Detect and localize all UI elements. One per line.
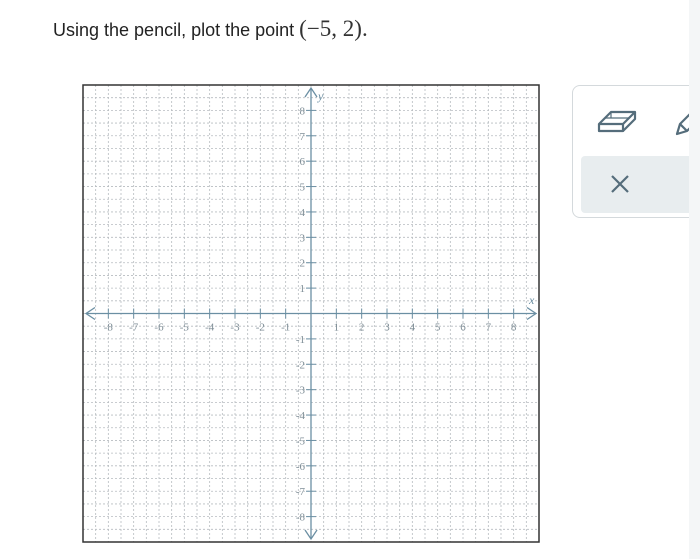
y-tick-label: -7	[296, 486, 306, 498]
coordinate-graph[interactable]: -8 -7 -6 -5 -4 -3 -2 -1 1 2 3 4 5 6 7 8 8 7 6 5 4 3 2 1 -1 -2 -3 -4…	[0, 0, 700, 559]
tick-labels: -8 -7 -6 -5 -4 -3 -2 -1 1 2 3 4 5 6 7 8 8 7 6 5 4 3 2 1 -1 -2 -3 -4…	[104, 105, 517, 523]
y-tick-label: -8	[296, 512, 306, 524]
y-tick-label: -3	[296, 385, 306, 397]
y-axis-label: y	[317, 89, 324, 103]
x-tick-label: 5	[435, 322, 441, 334]
axes	[84, 86, 538, 541]
y-tick-label: 2	[300, 258, 306, 270]
y-tick-label: -2	[296, 359, 305, 371]
x-tick-label: 1	[334, 322, 340, 334]
action-row	[581, 156, 700, 213]
y-tick-label: 3	[300, 232, 306, 244]
x-tick-label: -6	[154, 322, 164, 334]
x-tick-label: 2	[359, 322, 365, 334]
y-tick-label: -4	[296, 410, 306, 422]
x-tick-label: -1	[281, 322, 290, 334]
graph-toolbar	[572, 85, 700, 218]
eraser-icon[interactable]	[595, 104, 639, 138]
x-tick-label: 8	[511, 322, 517, 334]
x-tick-label: 6	[460, 322, 466, 334]
y-tick-label: 4	[300, 207, 306, 219]
page-edge	[689, 0, 700, 559]
y-tick-label: 1	[300, 283, 306, 295]
x-tick-label: 3	[384, 322, 390, 334]
x-tick-label: 4	[410, 322, 416, 334]
x-tick-label: -2	[256, 322, 265, 334]
y-tick-label: 8	[300, 105, 306, 117]
x-tick-label: -8	[104, 322, 114, 334]
x-tick-label: -5	[180, 322, 190, 334]
y-tick-label: -6	[296, 461, 306, 473]
x-tick-label: 7	[486, 322, 492, 334]
y-tick-label: -1	[296, 334, 305, 346]
x-tick-label: -3	[230, 322, 240, 334]
y-tick-label: 7	[300, 131, 306, 143]
x-axis-label: x	[528, 293, 535, 307]
x-tick-label: -4	[205, 322, 215, 334]
y-tick-label: 6	[300, 156, 306, 168]
close-icon[interactable]	[608, 172, 632, 196]
y-tick-label: -5	[296, 435, 306, 447]
x-tick-label: -7	[129, 322, 139, 334]
y-tick-label: 5	[300, 182, 306, 194]
